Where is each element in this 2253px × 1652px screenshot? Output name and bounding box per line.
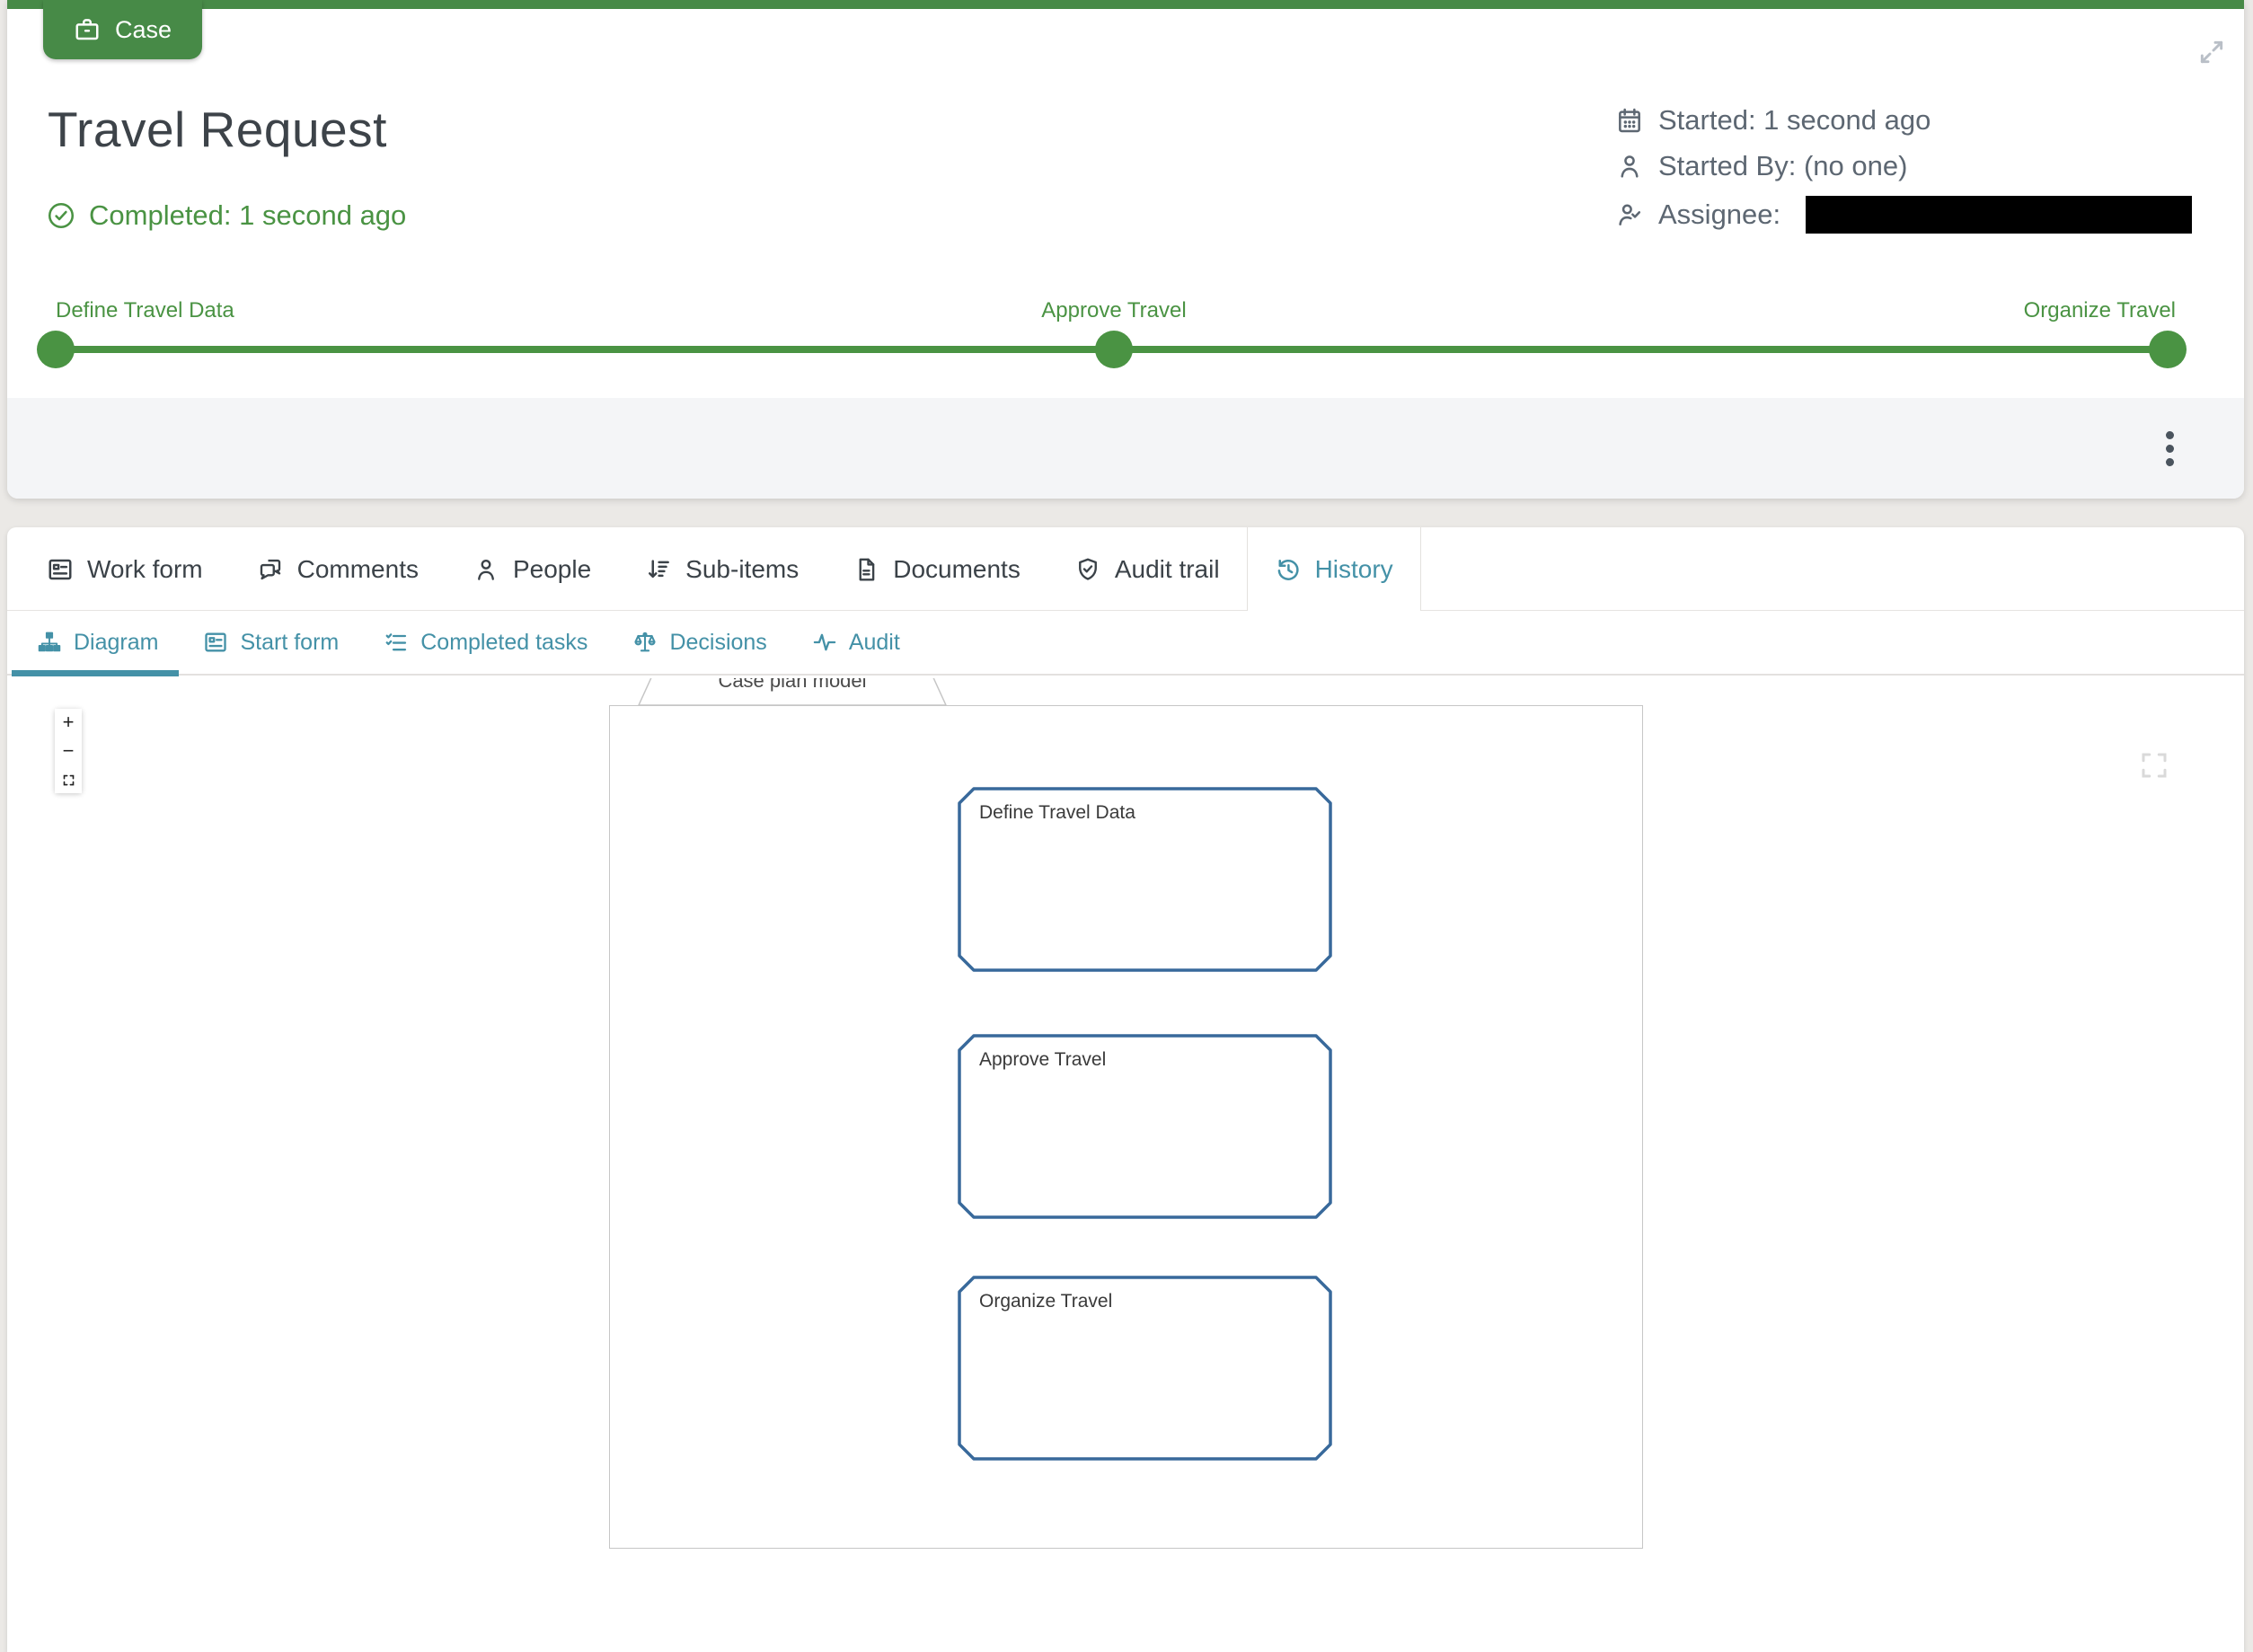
document-icon	[853, 556, 879, 583]
fit-screen-icon	[62, 773, 75, 787]
subtab-label: Completed tasks	[420, 630, 588, 656]
milestone-label-organize-travel: Organize Travel	[2024, 298, 2176, 323]
user-check-icon	[1615, 200, 1644, 229]
tab-label: Work form	[87, 555, 203, 584]
case-type-badge: Case	[43, 0, 202, 59]
subtab-diagram[interactable]: Diagram	[14, 611, 181, 674]
content-card: Work form Comments People	[7, 527, 2244, 1652]
milestone-dot	[2149, 331, 2187, 368]
tab-comments[interactable]: Comments	[230, 527, 446, 611]
form-icon	[47, 556, 74, 583]
tab-label: Documents	[893, 555, 1020, 584]
check-circle-icon	[46, 200, 76, 231]
milestone-dot	[37, 331, 75, 368]
subtab-label: Start form	[240, 630, 339, 656]
history-icon	[1275, 556, 1302, 583]
started-row: Started: 1 second ago	[1615, 104, 2192, 137]
started-text: Started: 1 second ago	[1658, 104, 1931, 137]
shield-check-icon	[1074, 556, 1101, 583]
meta-block: Started: 1 second ago Started By: (no on…	[1615, 104, 2192, 234]
subtab-label: Decisions	[669, 630, 766, 656]
case-header-card: Case Travel Request Completed: 1 second …	[7, 0, 2244, 499]
person-icon	[473, 556, 499, 583]
stage-define-travel-data: Define Travel Data	[958, 787, 1332, 972]
fullscreen-icon[interactable]	[2138, 749, 2170, 782]
status-text: Completed: 1 second ago	[89, 199, 406, 232]
started-by-text: Started By: (no one)	[1658, 150, 1907, 182]
active-subtab-underline	[12, 670, 179, 676]
expand-icon[interactable]	[2197, 38, 2226, 66]
case-plan-model-label: Case plan model	[638, 678, 947, 692]
form-icon	[203, 630, 228, 655]
assignee-label: Assignee:	[1658, 199, 1780, 231]
milestone-label-approve-travel: Approve Travel	[1041, 298, 1186, 323]
stage-label: Define Travel Data	[979, 802, 1135, 824]
stage-approve-travel: Approve Travel	[958, 1034, 1332, 1219]
tab-work-form[interactable]: Work form	[20, 527, 230, 611]
user-icon	[1615, 152, 1644, 181]
tab-label: People	[513, 555, 591, 584]
milestone-label-define-travel-data: Define Travel Data	[56, 298, 234, 323]
sub-items-icon	[645, 556, 672, 583]
milestone-dot	[1095, 331, 1133, 368]
subtab-start-form[interactable]: Start form	[181, 611, 361, 674]
scale-icon	[632, 630, 658, 655]
subtab-audit[interactable]: Audit	[790, 611, 923, 674]
zoom-fit-button[interactable]	[55, 766, 82, 793]
tab-sub-items[interactable]: Sub-items	[618, 527, 826, 611]
task-list-icon	[384, 630, 409, 655]
sitemap-icon	[37, 630, 62, 655]
stage-label: Organize Travel	[979, 1291, 1112, 1312]
tab-audit-trail[interactable]: Audit trail	[1047, 527, 1247, 611]
tab-label: Sub-items	[685, 555, 799, 584]
diagram-canvas: + − Case plan model	[7, 678, 2244, 1652]
stage-organize-travel: Organize Travel	[958, 1276, 1332, 1461]
diagram-zoom-controls: + −	[55, 709, 82, 793]
started-by-row: Started By: (no one)	[1615, 150, 2192, 182]
briefcase-icon	[74, 16, 101, 43]
subtab-label: Diagram	[74, 630, 158, 656]
pulse-icon	[812, 630, 837, 655]
tab-label: History	[1315, 555, 1393, 584]
case-badge-label: Case	[115, 16, 172, 44]
status-line: Completed: 1 second ago	[46, 199, 406, 232]
brand-top-bar	[7, 0, 2244, 9]
tab-label: Comments	[297, 555, 419, 584]
tab-label: Audit trail	[1115, 555, 1220, 584]
page-title: Travel Request	[48, 101, 387, 158]
more-actions-button[interactable]	[2147, 426, 2192, 471]
subtab-label: Audit	[849, 630, 900, 656]
history-subtab-bar: Diagram Start form	[7, 611, 2244, 676]
tab-history[interactable]: History	[1247, 527, 1421, 611]
stage-label: Approve Travel	[979, 1049, 1106, 1071]
tab-people[interactable]: People	[446, 527, 618, 611]
tab-documents[interactable]: Documents	[826, 527, 1047, 611]
calendar-icon	[1615, 106, 1644, 135]
assignee-value-redacted	[1806, 196, 2192, 234]
subtab-completed-tasks[interactable]: Completed tasks	[361, 611, 610, 674]
main-tab-bar: Work form Comments People	[7, 527, 2244, 611]
assignee-row: Assignee:	[1615, 196, 2192, 234]
comments-icon	[257, 556, 284, 583]
action-strip	[7, 398, 2244, 499]
zoom-out-button[interactable]: −	[55, 738, 82, 764]
subtab-decisions[interactable]: Decisions	[610, 611, 789, 674]
zoom-in-button[interactable]: +	[55, 709, 82, 736]
